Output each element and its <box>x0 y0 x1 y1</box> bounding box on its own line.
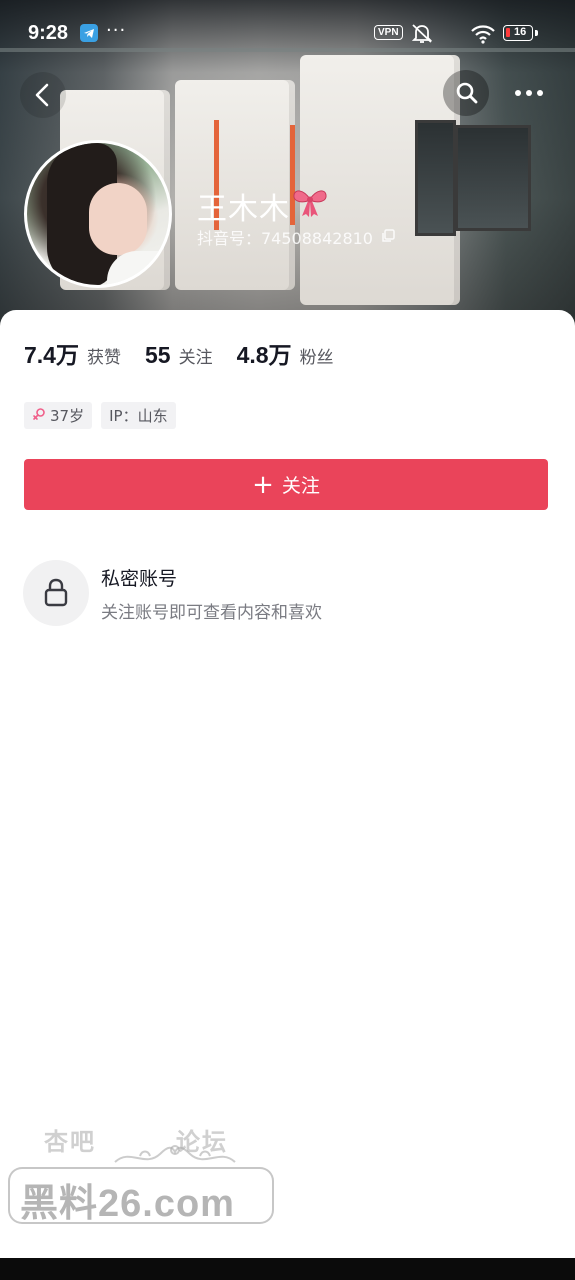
system-nav-bar <box>0 1258 575 1280</box>
stat-value: 7.4万 <box>24 342 79 368</box>
stat-followers[interactable]: 4.8万 粉丝 <box>237 336 334 370</box>
search-icon <box>456 82 478 104</box>
bow-icon <box>291 185 329 223</box>
search-button[interactable] <box>443 70 489 116</box>
copy-icon[interactable] <box>380 228 396 248</box>
stat-following[interactable]: 55 关注 <box>145 342 213 369</box>
lock-icon-circle <box>23 560 89 626</box>
user-name: 王木木 <box>197 192 290 227</box>
stat-value: 55 <box>144 342 171 368</box>
profile-screen: 9:28 ··· VPN 16 王木木 抖音号：74508842810 7.4万… <box>0 0 575 1280</box>
age-tag-label: 37岁 <box>50 407 85 425</box>
lock-icon <box>44 578 68 607</box>
battery-percent: 16 <box>514 26 527 38</box>
battery-nub <box>535 30 538 36</box>
avatar-face <box>89 183 147 255</box>
profile-tags: 37岁 IP：山东 <box>24 402 185 429</box>
watermark-top-left: 杏吧 <box>44 1128 96 1156</box>
stat-label: 关注 <box>178 348 213 368</box>
female-icon <box>32 407 46 425</box>
back-arrow-icon <box>35 83 49 107</box>
battery-icon: 16 <box>503 25 533 41</box>
follow-button-label: 关注 <box>281 475 320 497</box>
status-bar: 9:28 ··· VPN 16 <box>0 0 575 68</box>
more-dots-icon <box>515 90 543 96</box>
profile-content-card <box>0 310 575 1260</box>
wifi-icon <box>470 24 496 48</box>
back-button[interactable] <box>20 72 66 118</box>
age-tag: 37岁 <box>24 402 93 429</box>
stat-likes[interactable]: 7.4万 获赞 <box>24 336 121 370</box>
private-account-title: 私密账号 <box>101 568 178 590</box>
stats-row: 7.4万 获赞 55 关注 4.8万 粉丝 <box>24 336 358 370</box>
status-time: 9:28 <box>28 22 69 44</box>
follow-button[interactable]: + 关注 <box>24 459 548 510</box>
plus-icon: + <box>252 469 274 500</box>
ip-location-label: IP：山东 <box>109 407 168 425</box>
ip-location-tag: IP：山东 <box>101 402 176 429</box>
telegram-icon <box>80 24 98 42</box>
more-options-button[interactable] <box>505 70 551 116</box>
status-more-dots: ··· <box>106 20 127 41</box>
douyin-id: 抖音号：74508842810 <box>197 229 373 248</box>
cover-machine-window <box>415 120 456 236</box>
stat-label: 获赞 <box>86 348 121 368</box>
stat-value: 4.8万 <box>236 342 292 368</box>
private-account-description: 关注账号即可查看内容和喜欢 <box>101 603 322 623</box>
vpn-badge: VPN <box>374 25 403 40</box>
battery-level-fill <box>506 28 510 37</box>
cover-machine-window <box>455 125 531 231</box>
bell-muted-icon <box>410 22 434 48</box>
watermark-site: 黑料26.com <box>20 1183 235 1225</box>
stat-label: 粉丝 <box>299 348 334 368</box>
avatar[interactable] <box>24 140 172 288</box>
